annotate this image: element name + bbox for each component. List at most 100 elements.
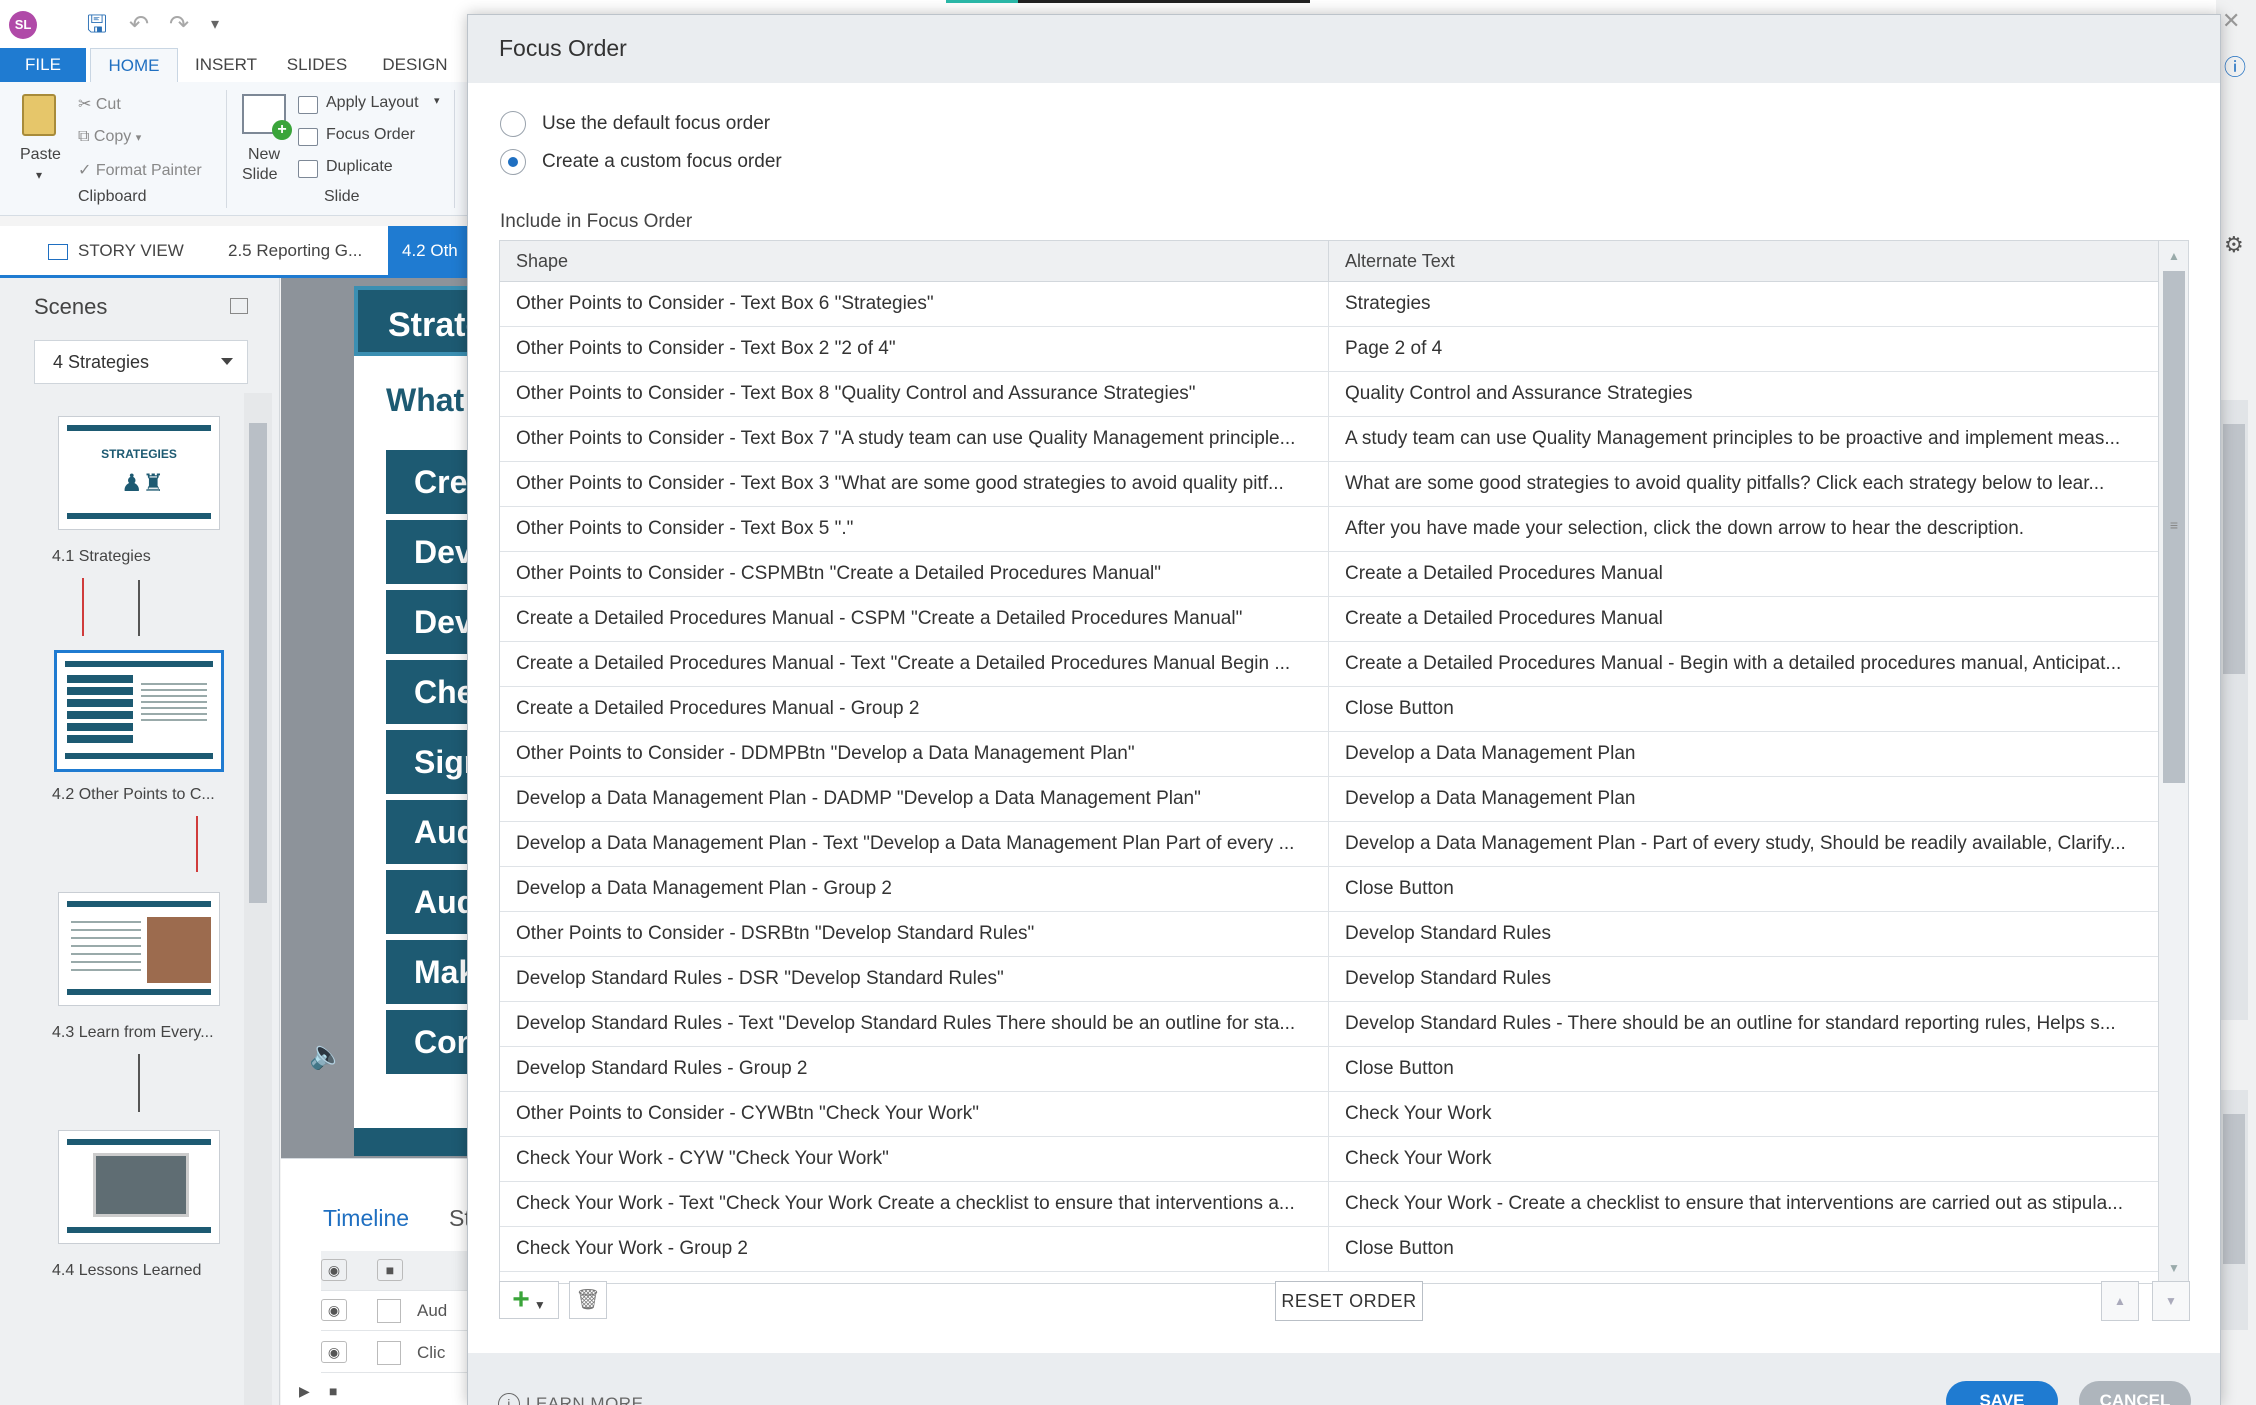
alt-text-cell[interactable]: After you have made your selection, clic…: [1328, 507, 2158, 551]
alt-text-cell[interactable]: Close Button: [1328, 687, 2158, 731]
table-row[interactable]: Other Points to Consider - CYWBtn "Check…: [500, 1092, 2158, 1137]
lock-icon[interactable]: ■: [377, 1259, 403, 1281]
slide-title[interactable]: Strate: [354, 286, 474, 356]
scene-dropdown[interactable]: 4 Strategies: [34, 340, 248, 384]
table-row[interactable]: Other Points to Consider - Text Box 3 "W…: [500, 462, 2158, 507]
tab-story-view[interactable]: STORY VIEW: [48, 226, 184, 275]
tab-current-slide[interactable]: 4.2 Oth: [388, 226, 470, 275]
table-row[interactable]: Other Points to Consider - Text Box 8 "Q…: [500, 372, 2158, 417]
redo-icon[interactable]: ↷: [164, 10, 194, 40]
close-icon[interactable]: ✕: [2222, 8, 2240, 34]
table-row[interactable]: Check Your Work - Group 2 Close Button: [500, 1227, 2158, 1272]
slide-thumbnail[interactable]: [58, 892, 220, 1006]
alt-text-cell[interactable]: Create a Detailed Procedures Manual: [1328, 597, 2158, 641]
play-icon[interactable]: ▶: [299, 1383, 310, 1400]
learn-more-link[interactable]: i LEARN MORE: [498, 1393, 643, 1405]
cut-button[interactable]: ✂ Cut: [78, 94, 121, 114]
alt-text-cell[interactable]: Close Button: [1328, 867, 2158, 911]
delete-shape-button[interactable]: 🗑: [569, 1281, 607, 1319]
scroll-down-icon[interactable]: ▼: [2159, 1253, 2188, 1283]
move-up-button[interactable]: ▲: [2101, 1281, 2139, 1321]
speaker-icon[interactable]: 🔈: [309, 1038, 344, 1071]
table-row[interactable]: Develop a Data Management Plan - Group 2…: [500, 867, 2158, 912]
alt-text-cell[interactable]: What are some good strategies to avoid q…: [1328, 462, 2158, 506]
tab-slides[interactable]: SLIDES: [276, 48, 358, 82]
alt-text-cell[interactable]: Close Button: [1328, 1227, 2158, 1271]
table-row[interactable]: Create a Detailed Procedures Manual - Gr…: [500, 687, 2158, 732]
undo-icon[interactable]: ↶: [124, 10, 154, 40]
table-row[interactable]: Other Points to Consider - DSRBtn "Devel…: [500, 912, 2158, 957]
tab-timeline[interactable]: Timeline: [323, 1205, 409, 1232]
copy-button[interactable]: ⧉ Copy ▾: [78, 128, 141, 146]
table-scrollbar[interactable]: ▲ ≡ ▼: [2158, 241, 2188, 1283]
customize-qat-icon[interactable]: ▾: [200, 10, 230, 40]
slide-thumbnail[interactable]: [54, 650, 224, 772]
paste-button[interactable]: Paste ▾: [12, 92, 68, 192]
alt-text-cell[interactable]: Page 2 of 4: [1328, 327, 2158, 371]
scroll-up-icon[interactable]: ▲: [2159, 241, 2188, 271]
slide-question[interactable]: What: [386, 382, 464, 419]
table-row[interactable]: Develop Standard Rules - Text "Develop S…: [500, 1002, 2158, 1047]
apply-layout-button[interactable]: Apply Layout ▾: [298, 94, 458, 116]
table-row[interactable]: Other Points to Consider - Text Box 5 ".…: [500, 507, 2158, 552]
alt-text-cell[interactable]: Develop a Data Management Plan: [1328, 777, 2158, 821]
cancel-button[interactable]: CANCEL: [2079, 1381, 2191, 1405]
scenes-panel-icon[interactable]: [230, 298, 248, 314]
alt-text-cell[interactable]: Develop a Data Management Plan - Part of…: [1328, 822, 2158, 866]
alt-text-cell[interactable]: Develop a Data Management Plan: [1328, 732, 2158, 776]
column-header-alt-text[interactable]: Alternate Text: [1328, 241, 2158, 282]
lock-checkbox[interactable]: [377, 1341, 401, 1365]
table-row[interactable]: Create a Detailed Procedures Manual - Te…: [500, 642, 2158, 687]
tab-home[interactable]: HOME: [90, 48, 178, 82]
table-row[interactable]: Other Points to Consider - Text Box 7 "A…: [500, 417, 2158, 462]
save-button[interactable]: SAVE: [1946, 1381, 2058, 1405]
alt-text-cell[interactable]: Close Button: [1328, 1047, 2158, 1091]
alt-text-cell[interactable]: Quality Control and Assurance Strategies: [1328, 372, 2158, 416]
scrollbar-thumb[interactable]: [249, 423, 267, 903]
eye-icon[interactable]: ◉: [321, 1259, 347, 1281]
table-row[interactable]: Develop Standard Rules - Group 2 Close Bu…: [500, 1047, 2158, 1092]
table-row[interactable]: Check Your Work - Text "Check Your Work …: [500, 1182, 2158, 1227]
save-icon[interactable]: 🖫: [82, 10, 112, 40]
add-shape-button[interactable]: + ▼: [499, 1281, 559, 1319]
scenes-scrollbar[interactable]: [244, 393, 272, 1405]
table-row[interactable]: Create a Detailed Procedures Manual - CS…: [500, 597, 2158, 642]
scrollbar-thumb[interactable]: [2223, 424, 2245, 674]
table-row[interactable]: Develop a Data Management Plan - Text "D…: [500, 822, 2158, 867]
scrollbar-thumb[interactable]: [2223, 1114, 2245, 1264]
table-row[interactable]: Develop a Data Management Plan - DADMP "…: [500, 777, 2158, 822]
table-row[interactable]: Other Points to Consider - Text Box 2 "2…: [500, 327, 2158, 372]
slide-thumbnail[interactable]: STRATEGIES ♟♜: [58, 416, 220, 530]
timeline-scrollbar[interactable]: [2220, 1090, 2248, 1330]
table-row[interactable]: Check Your Work - CYW "Check Your Work" C…: [500, 1137, 2158, 1182]
table-row[interactable]: Other Points to Consider - DDMPBtn "Deve…: [500, 732, 2158, 777]
alt-text-cell[interactable]: Check Your Work: [1328, 1092, 2158, 1136]
alt-text-cell[interactable]: Develop Standard Rules: [1328, 957, 2158, 1001]
timeline-row[interactable]: ◉ Aud: [321, 1291, 471, 1331]
help-icon[interactable]: ⓘ: [2224, 50, 2246, 82]
table-row[interactable]: Other Points to Consider - Text Box 6 "S…: [500, 282, 2158, 327]
alt-text-cell[interactable]: Develop Standard Rules - There should be…: [1328, 1002, 2158, 1046]
format-painter-button[interactable]: ✓ Format Painter: [78, 160, 202, 180]
duplicate-button[interactable]: Duplicate: [298, 158, 458, 180]
eye-icon[interactable]: ◉: [321, 1341, 347, 1363]
focus-order-button[interactable]: Focus Order: [298, 126, 458, 148]
tab-reporting[interactable]: 2.5 Reporting G...: [228, 226, 362, 275]
tab-design[interactable]: DESIGN: [372, 48, 458, 82]
tab-insert[interactable]: INSERT: [186, 48, 266, 82]
properties-scrollbar[interactable]: [2220, 400, 2248, 1020]
table-row[interactable]: Develop Standard Rules - DSR "Develop St…: [500, 957, 2158, 1002]
custom-focus-order-radio[interactable]: [500, 149, 526, 175]
table-row[interactable]: Other Points to Consider - CSPMBtn "Crea…: [500, 552, 2158, 597]
alt-text-cell[interactable]: A study team can use Quality Management …: [1328, 417, 2158, 461]
alt-text-cell[interactable]: Check Your Work: [1328, 1137, 2158, 1181]
lock-checkbox[interactable]: [377, 1299, 401, 1323]
alt-text-cell[interactable]: Create a Detailed Procedures Manual - Be…: [1328, 642, 2158, 686]
column-header-shape[interactable]: Shape: [500, 241, 1328, 282]
timeline-row[interactable]: ◉ Clic: [321, 1333, 471, 1373]
eye-icon[interactable]: ◉: [321, 1299, 347, 1321]
default-focus-order-radio[interactable]: [500, 111, 526, 137]
slide-thumbnail[interactable]: [58, 1130, 220, 1244]
alt-text-cell[interactable]: Develop Standard Rules: [1328, 912, 2158, 956]
tab-file[interactable]: FILE: [0, 48, 86, 82]
